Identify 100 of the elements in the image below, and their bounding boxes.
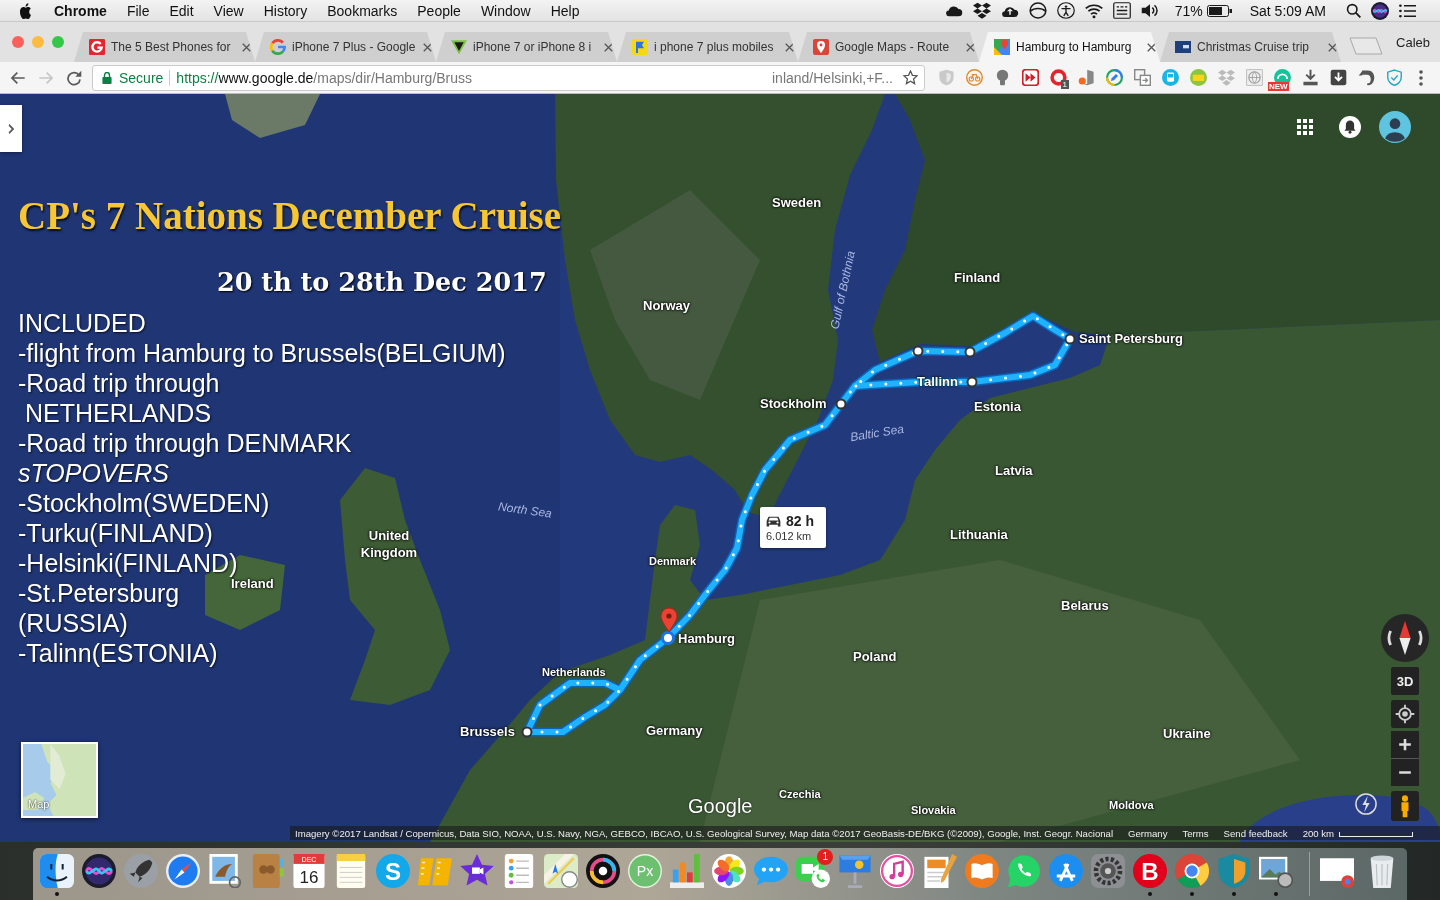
- curl-icon[interactable]: [1357, 69, 1375, 86]
- arc-tile-icon: [89, 39, 105, 55]
- volume-icon[interactable]: [1140, 2, 1159, 19]
- star-camera-icon[interactable]: [460, 854, 494, 888]
- apps-grid-icon[interactable]: [1297, 119, 1313, 135]
- footer-link[interactable]: Terms: [1182, 827, 1209, 839]
- document-dot-icon[interactable]: [1077, 69, 1095, 86]
- route-info-card[interactable]: 82 h 6.012 km: [760, 507, 826, 548]
- phone-bubble-icon[interactable]: [1006, 854, 1041, 888]
- battery-icon[interactable]: [1206, 4, 1232, 17]
- zoom-in-icon[interactable]: [1391, 731, 1419, 758]
- close-icon[interactable]: [604, 42, 613, 52]
- url-text[interactable]: https://www.google.de/maps/dir/Hamburg/Bruss: [176, 69, 473, 86]
- bookmark-star-icon[interactable]: [903, 70, 918, 85]
- map-icon[interactable]: [544, 854, 579, 888]
- flower-icon[interactable]: [712, 854, 747, 888]
- orb-icon[interactable]: [81, 854, 116, 888]
- profile-button[interactable]: Caleb: [1396, 34, 1440, 50]
- apple-menu-icon[interactable]: [20, 2, 34, 19]
- menu-item[interactable]: View: [203, 0, 254, 21]
- pen-page-icon[interactable]: [922, 854, 957, 888]
- smiling-face-icon[interactable]: [39, 854, 74, 888]
- rocket-icon[interactable]: [123, 854, 158, 888]
- url-text[interactable]: inland/Helsinki,+F...: [772, 69, 893, 86]
- stamp-icon[interactable]: [207, 854, 242, 888]
- close-icon[interactable]: [785, 42, 794, 52]
- my-location-icon[interactable]: [1391, 700, 1419, 728]
- circle-arc-icon[interactable]: [1028, 2, 1047, 19]
- close-icon[interactable]: [1147, 42, 1156, 52]
- segmented-circle-icon[interactable]: [1174, 854, 1209, 888]
- location-pin-icon[interactable]: [660, 607, 678, 633]
- keyboard-icon[interactable]: [1112, 2, 1131, 19]
- menu-item[interactable]: Edit: [159, 0, 204, 21]
- check-shield-icon[interactable]: [1385, 69, 1403, 86]
- menu-item[interactable]: Window: [470, 0, 541, 21]
- download-icon[interactable]: [1301, 69, 1319, 86]
- menu-item[interactable]: History: [253, 0, 318, 21]
- close-icon[interactable]: [1328, 42, 1337, 52]
- region-link[interactable]: Germany: [1128, 827, 1168, 839]
- zoom-out-icon[interactable]: [1391, 759, 1419, 786]
- diamond-box-icon[interactable]: [972, 2, 991, 19]
- close-icon[interactable]: [966, 42, 975, 52]
- browser-tab[interactable]: Google Maps - Route: [798, 32, 979, 62]
- avatar-icon[interactable]: [1379, 111, 1411, 143]
- orb-icon[interactable]: [1371, 1, 1389, 20]
- compass-icon[interactable]: [1381, 614, 1429, 662]
- lightning-circle-icon[interactable]: [1355, 793, 1377, 815]
- pegman-icon[interactable]: [1391, 791, 1419, 821]
- lens-icon[interactable]: [586, 854, 621, 888]
- waypoint-marker[interactable]: [964, 346, 976, 358]
- list-icon[interactable]: [1399, 3, 1416, 18]
- itinerary-line: -Turku(FINLAND): [18, 518, 213, 548]
- copy-arrow-icon[interactable]: [1133, 69, 1151, 86]
- start-marker[interactable]: [661, 631, 675, 645]
- tilt-button[interactable]: 3D: [1391, 667, 1419, 695]
- fast-forward-icon[interactable]: [1021, 69, 1039, 86]
- waypoint-marker[interactable]: [912, 345, 924, 357]
- browser-tab[interactable]: i phone 7 plus mobiles: [617, 32, 798, 62]
- close-icon[interactable]: [242, 42, 251, 52]
- close-icon[interactable]: [423, 42, 432, 52]
- speech-bubble-icon[interactable]: [754, 854, 789, 888]
- browser-tab[interactable]: iPhone 7 Plus - Google: [255, 32, 436, 62]
- bar-chart-icon[interactable]: [670, 854, 705, 888]
- address-bar[interactable]: Secure https://www.google.de/maps/dir/Hamburg/Bruss inland/Helsinki,+F...: [92, 64, 925, 91]
- notifications-icon[interactable]: [1339, 116, 1361, 138]
- letter-logo-icon[interactable]: B: [1132, 854, 1167, 888]
- expand-panel-button[interactable]: [0, 105, 22, 152]
- search-icon[interactable]: [1346, 3, 1361, 18]
- scale-bar[interactable]: 200 km: [1302, 827, 1414, 839]
- app-menu[interactable]: Chrome: [44, 0, 117, 21]
- download-box-icon[interactable]: [1329, 69, 1347, 86]
- gear-icon[interactable]: [1090, 854, 1125, 888]
- menu-item[interactable]: File: [116, 0, 160, 21]
- browser-tab[interactable]: Christmas Cruise trip: [1160, 32, 1341, 62]
- music-note-icon[interactable]: [880, 854, 915, 888]
- clock[interactable]: Sat 5:09 AM: [1249, 2, 1326, 19]
- menu-item[interactable]: Bookmarks: [317, 0, 408, 21]
- security-label[interactable]: Secure: [119, 69, 164, 86]
- accessibility-icon[interactable]: [1056, 2, 1075, 19]
- wifi-icon[interactable]: [1084, 2, 1103, 19]
- browser-tab[interactable]: Hamburg to Hamburg: [979, 32, 1160, 62]
- waypoint-marker[interactable]: [966, 376, 978, 388]
- sea-label: Baltic Sea: [849, 420, 905, 446]
- pencil-ruler-icon[interactable]: [1048, 854, 1083, 888]
- pencil-ring-icon[interactable]: [1105, 69, 1123, 86]
- video-phone-icon[interactable]: [796, 854, 831, 888]
- menu-item[interactable]: People: [407, 0, 471, 21]
- waypoint-marker[interactable]: [521, 726, 533, 738]
- ring-icon[interactable]: [1049, 69, 1067, 86]
- open-book-icon[interactable]: [964, 854, 999, 888]
- footer-link[interactable]: Send feedback: [1223, 827, 1288, 839]
- reload-icon[interactable]: [66, 69, 82, 86]
- browser-tab[interactable]: iPhone 7 or iPhone 8 i: [436, 32, 617, 62]
- photo-loupe-icon[interactable]: [1258, 854, 1293, 888]
- more-menu-icon[interactable]: [1419, 69, 1423, 86]
- menu-item[interactable]: Help: [540, 0, 590, 21]
- waypoint-marker[interactable]: [1064, 333, 1076, 345]
- waypoint-marker[interactable]: [835, 398, 847, 410]
- browser-tab[interactable]: The 5 Best Phones for: [74, 32, 255, 62]
- back-icon[interactable]: [10, 69, 26, 86]
